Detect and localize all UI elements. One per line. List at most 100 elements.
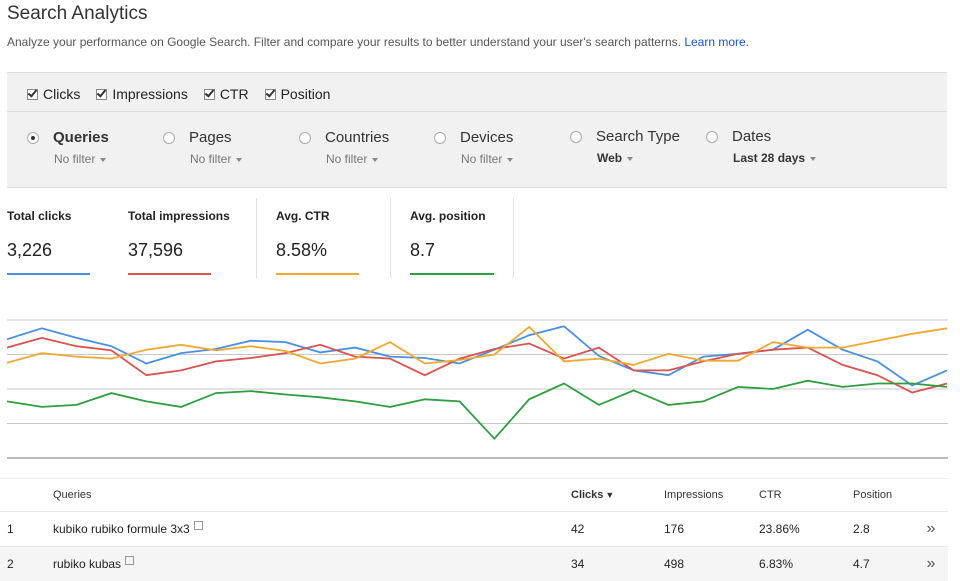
metric-clicks-checkbox[interactable]: Clicks — [27, 86, 80, 102]
search-type-filter-dropdown[interactable]: Web — [597, 151, 680, 165]
table-row[interactable]: 1 kubiko rubiko formule 3x3 42 176 23.86… — [0, 511, 948, 546]
row-ctr: 23.86% — [759, 522, 800, 536]
radio-selected-icon — [27, 131, 39, 144]
chart-series-line-2 — [7, 325, 948, 366]
stat-total-clicks[interactable]: Total clicks 3,226 — [0, 198, 121, 278]
row-impressions: 498 — [664, 557, 685, 571]
dates-filter-dropdown[interactable]: Last 28 days — [733, 151, 817, 165]
metric-label: CTR — [219, 86, 249, 102]
stat-color-bar — [410, 273, 494, 275]
external-link-icon[interactable] — [193, 521, 203, 530]
group-countries: Countries No filter — [299, 129, 389, 166]
group-countries-radio[interactable]: Countries — [299, 129, 389, 146]
row-impressions: 176 — [664, 522, 685, 536]
group-pages-radio[interactable]: Pages — [163, 129, 242, 146]
queries-table: Queries Clicks ▼ Impressions CTR Position… — [0, 478, 948, 581]
stat-value: 8.58% — [276, 240, 328, 260]
stat-avg-position[interactable]: Avg. position 8.7 — [391, 198, 513, 278]
group-devices: Devices No filter — [434, 129, 513, 166]
col-impressions[interactable]: Impressions — [664, 489, 759, 501]
filter-value: Web — [597, 151, 623, 165]
col-ctr[interactable]: CTR — [759, 489, 853, 501]
stat-label: Avg. CTR — [276, 209, 330, 223]
group-label: Pages — [189, 129, 232, 146]
row-index: 2 — [7, 557, 14, 571]
group-queries-radio[interactable]: Queries — [27, 129, 109, 146]
performance-chart[interactable] — [7, 304, 948, 464]
checkbox-icon — [27, 88, 38, 100]
radio-icon — [570, 130, 582, 143]
chart-series-line-0 — [7, 325, 948, 387]
group-devices-radio[interactable]: Devices — [434, 129, 513, 146]
metric-ctr-checkbox[interactable]: CTR — [203, 86, 249, 102]
sort-desc-icon: ▼ — [605, 490, 615, 500]
page-title: Search Analytics — [7, 3, 148, 24]
metric-checkboxes: Clicks Impressions CTR Position — [27, 83, 346, 105]
query-text: rubiko kubas — [53, 557, 122, 571]
metric-position-checkbox[interactable]: Position — [264, 86, 331, 102]
group-search-type-radio[interactable]: Search Type — [570, 128, 680, 145]
group-pages: Pages No filter — [163, 129, 243, 166]
caret-down-icon — [372, 158, 379, 162]
stat-color-bar — [276, 273, 359, 275]
row-expand-icon[interactable]: » — [921, 555, 941, 573]
row-ctr: 6.83% — [759, 557, 794, 571]
stat-color-bar — [7, 273, 90, 275]
radio-icon — [706, 130, 718, 143]
metric-label: Clicks — [43, 86, 81, 102]
row-position: 4.7 — [853, 557, 870, 571]
stats-row: Total clicks 3,226 Total impressions 37,… — [0, 198, 514, 278]
stat-label: Total impressions — [128, 209, 230, 223]
row-query: kubiko rubiko formule 3x3 — [53, 521, 571, 536]
stat-avg-ctr[interactable]: Avg. CTR 8.58% — [257, 198, 390, 278]
metric-label: Impressions — [112, 86, 188, 102]
col-clicks-label: Clicks — [571, 489, 604, 501]
caret-down-icon — [100, 158, 107, 162]
stat-separator — [513, 198, 514, 278]
row-clicks: 42 — [571, 522, 585, 536]
group-queries: Queries No filter — [27, 129, 109, 166]
group-label: Search Type — [596, 128, 680, 145]
checkbox-icon — [203, 88, 215, 100]
devices-filter-dropdown[interactable]: No filter — [461, 152, 514, 166]
stat-value: 8.7 — [410, 240, 436, 260]
filter-panel: Clicks Impressions CTR Position Queries … — [7, 72, 947, 188]
query-text: kubiko rubiko formule 3x3 — [53, 522, 190, 536]
stat-color-bar — [128, 273, 211, 275]
group-label: Queries — [53, 129, 109, 146]
col-position[interactable]: Position — [853, 489, 921, 501]
learn-more-link[interactable]: Learn more. — [684, 35, 749, 49]
metric-label: Position — [280, 86, 331, 102]
stat-value: 3,226 — [7, 240, 53, 260]
table-row[interactable]: 2 rubiko kubas 34 498 6.83% 4.7 » — [0, 546, 948, 581]
caret-down-icon — [236, 158, 243, 162]
stat-label: Avg. position — [410, 209, 486, 223]
caret-down-icon — [627, 157, 634, 161]
row-clicks: 34 — [571, 557, 585, 571]
group-label: Devices — [460, 129, 514, 146]
pages-filter-dropdown[interactable]: No filter — [190, 152, 243, 166]
row-position: 2.8 — [853, 522, 870, 536]
group-search-type: Search Type Web — [570, 128, 680, 165]
group-label: Dates — [732, 128, 772, 145]
col-clicks[interactable]: Clicks ▼ — [571, 489, 664, 501]
panel-divider — [7, 111, 947, 112]
countries-filter-dropdown[interactable]: No filter — [326, 152, 389, 166]
checkbox-icon — [96, 88, 108, 100]
filter-value: No filter — [190, 152, 232, 166]
chart-series-line-1 — [7, 336, 948, 394]
page-subtitle: Analyze your performance on Google Searc… — [7, 35, 749, 49]
group-dates-radio[interactable]: Dates — [706, 128, 816, 145]
stat-total-impressions[interactable]: Total impressions 37,596 — [121, 198, 256, 278]
row-expand-icon[interactable]: » — [921, 520, 941, 538]
metric-impressions-checkbox[interactable]: Impressions — [96, 86, 188, 102]
col-queries[interactable]: Queries — [53, 489, 571, 501]
stat-label: Total clicks — [7, 209, 72, 223]
external-link-icon[interactable] — [125, 556, 135, 565]
caret-down-icon — [507, 158, 514, 162]
caret-down-icon — [810, 157, 817, 161]
queries-filter-dropdown[interactable]: No filter — [54, 152, 109, 166]
checkbox-icon — [264, 88, 276, 100]
table-header: Queries Clicks ▼ Impressions CTR Position — [0, 478, 948, 511]
radio-icon — [434, 131, 446, 144]
